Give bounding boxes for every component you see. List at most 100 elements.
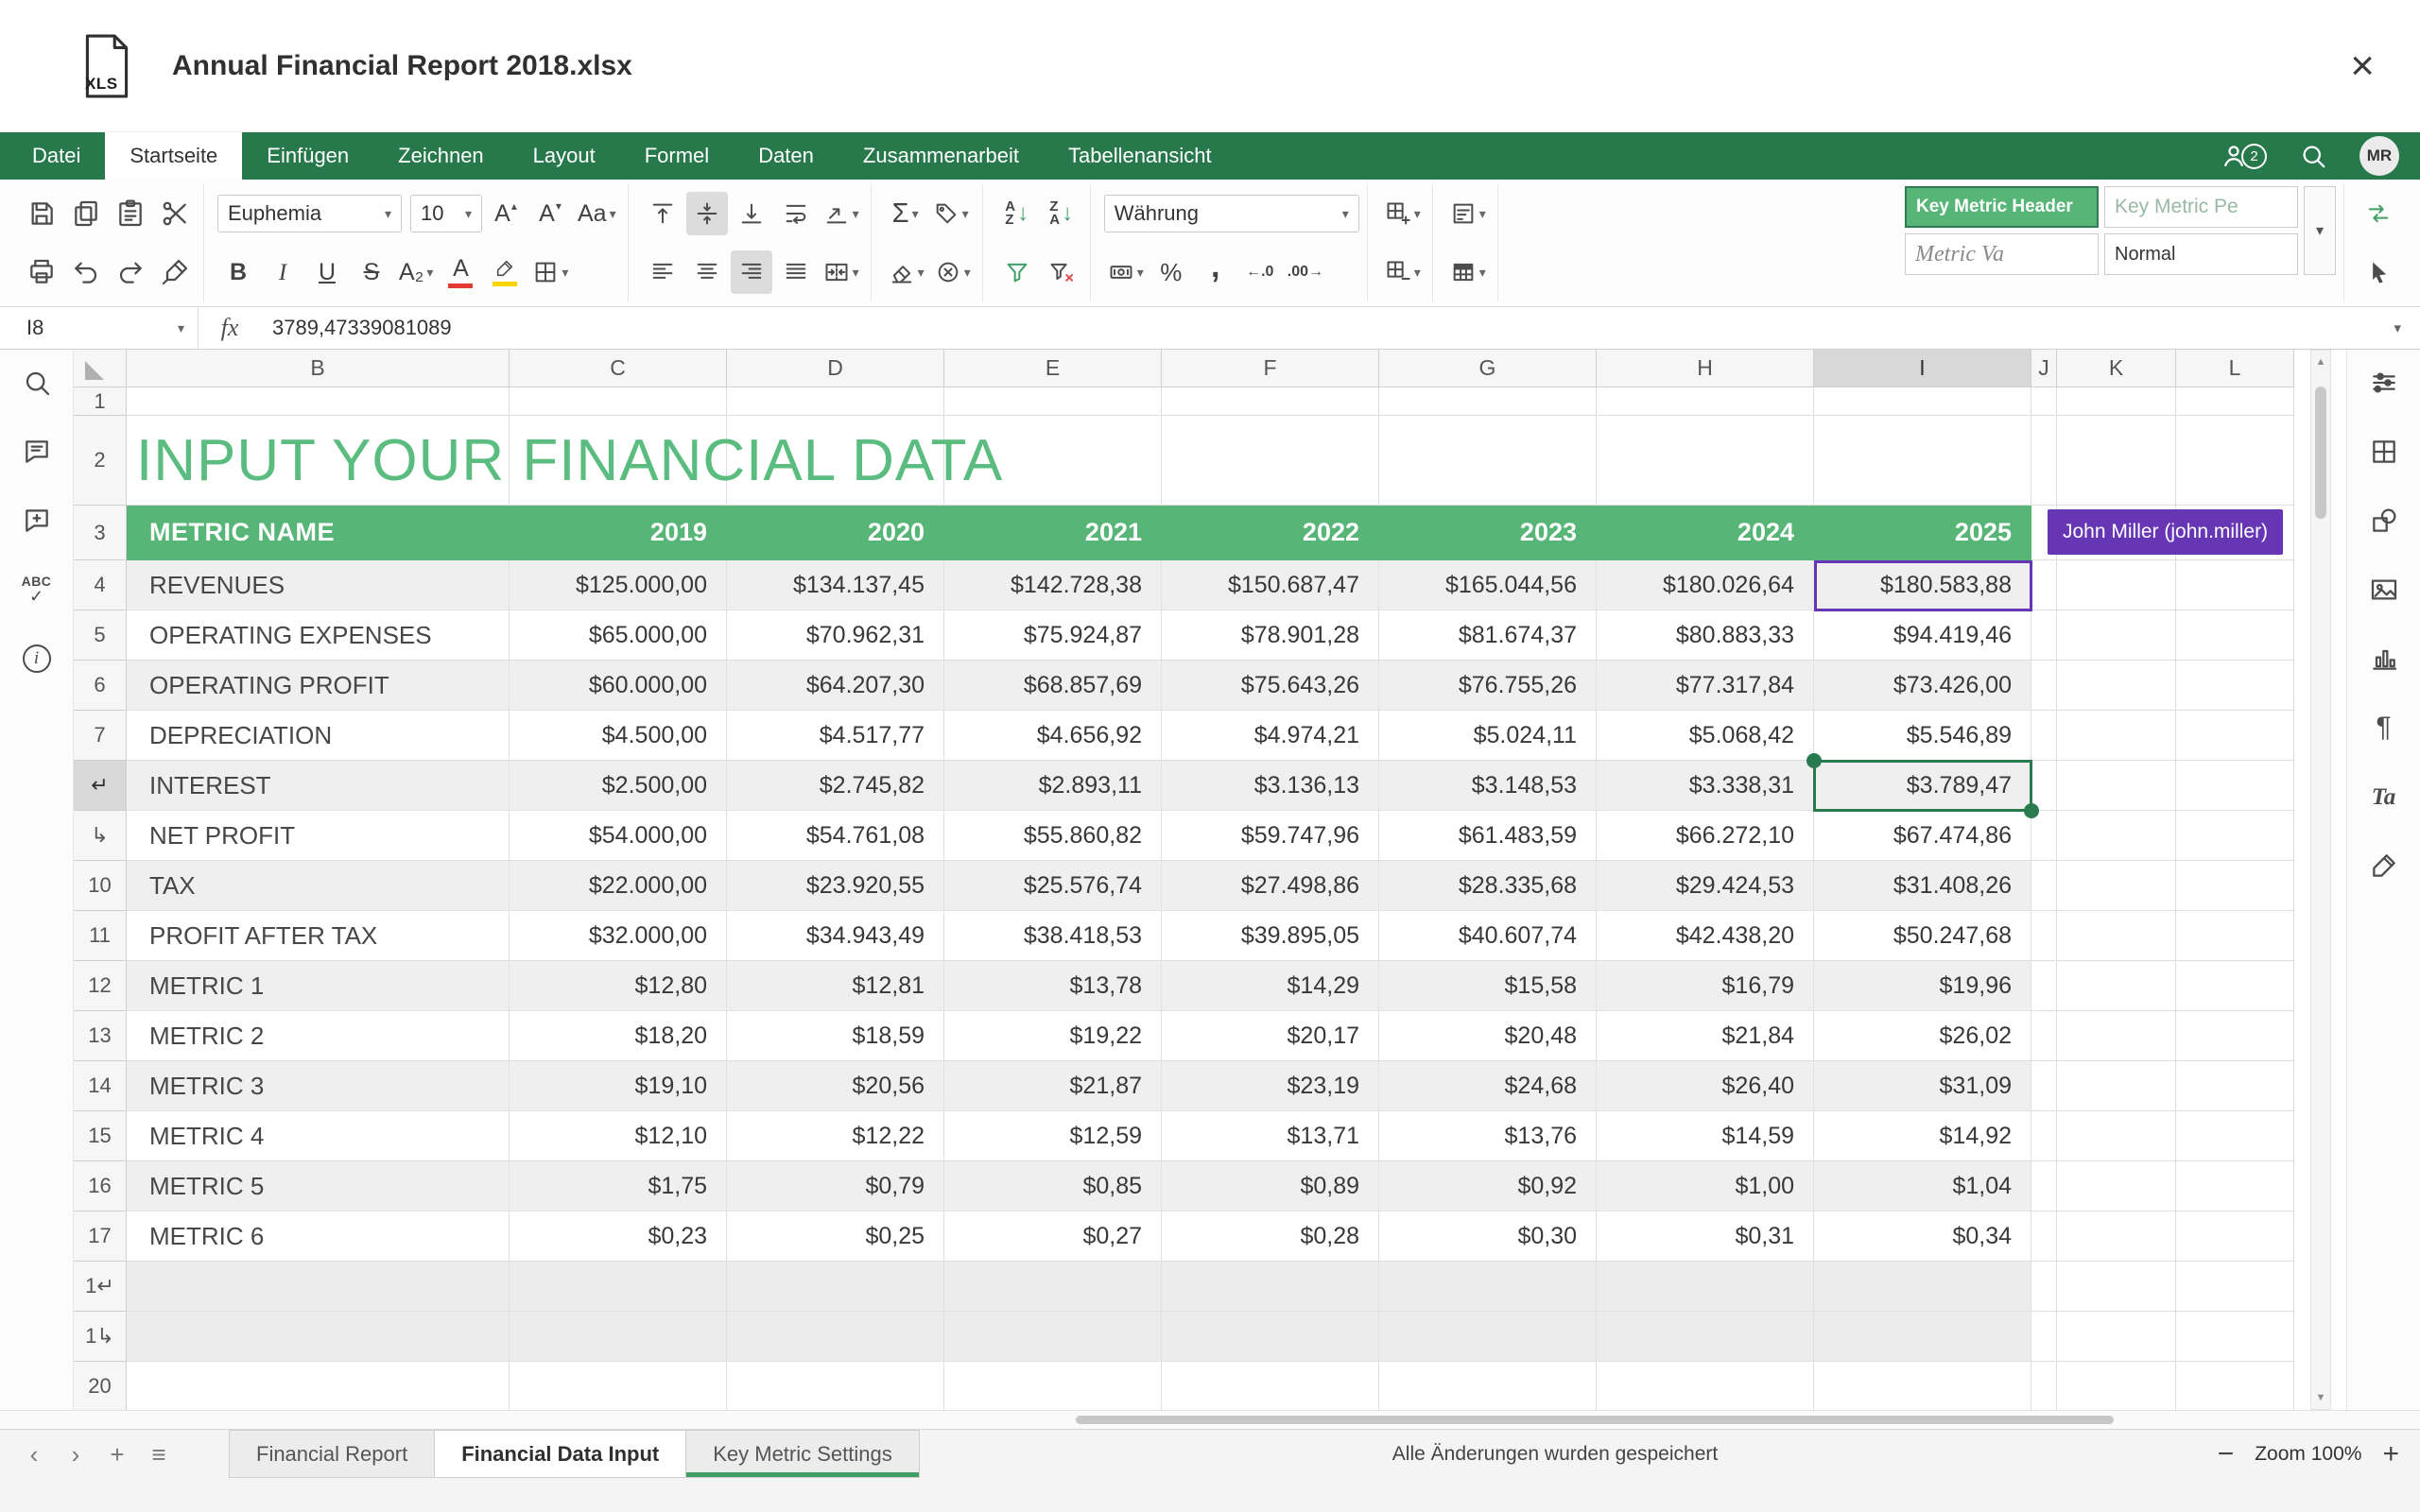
value-cell[interactable]: $70.962,31 [727,610,944,661]
cell[interactable] [2176,811,2294,861]
value-cell[interactable]: $12,59 [944,1111,1162,1161]
cell[interactable] [2057,761,2176,811]
cell[interactable] [2031,560,2057,610]
cell[interactable] [944,1312,1162,1362]
cell[interactable] [727,387,944,416]
cell[interactable] [2031,911,2057,961]
metric-name-cell[interactable]: NET PROFIT [127,811,510,861]
cell[interactable] [2031,1161,2057,1211]
value-cell[interactable]: $165.044,56 [1379,560,1597,610]
cell[interactable] [2031,387,2057,416]
scroll-down-icon[interactable]: ▼ [2316,1386,2326,1409]
value-cell[interactable]: $0,92 [1379,1161,1597,1211]
cell[interactable] [127,1262,510,1312]
value-cell[interactable]: $14,59 [1597,1111,1814,1161]
cell[interactable] [2031,1312,2057,1362]
table-header-cell[interactable]: 2021 [944,506,1162,560]
chart-settings-button[interactable] [2361,637,2407,680]
cell[interactable] [2057,661,2176,711]
cell[interactable] [1379,416,1597,506]
name-box[interactable]: I8 ▾ [0,307,199,349]
cell[interactable] [510,1362,727,1411]
cell[interactable] [2057,1111,2176,1161]
cell[interactable] [944,1262,1162,1312]
row-header-10[interactable]: 10 [74,861,127,911]
cell-style-key-metric-percent[interactable]: Key Metric Pe [2104,186,2298,228]
fill-handle[interactable] [1806,753,1822,768]
cell[interactable] [1597,1312,1814,1362]
value-cell[interactable]: $54.761,08 [727,811,944,861]
row-header-17[interactable]: 17 [74,1211,127,1262]
value-cell[interactable]: $27.498,86 [1162,861,1379,911]
value-cell[interactable]: $125.000,00 [510,560,727,610]
value-cell[interactable]: $65.000,00 [510,610,727,661]
metric-name-cell[interactable]: INTEREST [127,761,510,811]
value-cell[interactable]: $59.747,96 [1162,811,1379,861]
cell[interactable] [2057,416,2176,506]
sidebar-search-button[interactable] [14,361,60,404]
menu-tab-einfügen[interactable]: Einfügen [242,132,373,180]
cell[interactable] [727,1262,944,1312]
value-cell[interactable]: $66.272,10 [1597,811,1814,861]
menu-tab-daten[interactable]: Daten [734,132,838,180]
column-header-e[interactable]: E [944,350,1162,387]
cell[interactable] [2031,811,2057,861]
cell[interactable] [2176,911,2294,961]
row-header-18[interactable]: 1↵ [74,1262,127,1312]
table-header-cell[interactable]: 2023 [1379,506,1597,560]
cell[interactable] [2031,1211,2057,1262]
cell-style-normal[interactable]: Normal [2104,233,2298,275]
metric-name-cell[interactable]: TAX [127,861,510,911]
undo-button[interactable] [65,250,107,294]
value-cell[interactable]: $15,58 [1379,961,1597,1011]
cell[interactable] [2176,1011,2294,1061]
sidebar-about-button[interactable]: i [14,637,60,680]
cell[interactable] [2057,861,2176,911]
save-button[interactable] [21,192,62,235]
value-cell[interactable]: $16,79 [1597,961,1814,1011]
value-cell[interactable]: $0,34 [1814,1211,2031,1262]
font-color-button[interactable]: A [440,250,481,294]
scroll-up-icon[interactable]: ▲ [2316,351,2326,373]
value-cell[interactable]: $1,04 [1814,1161,2031,1211]
sheet-tab-financial-report[interactable]: Financial Report [229,1430,435,1478]
menu-tab-formel[interactable]: Formel [620,132,734,180]
autosum-button[interactable]: Σ▾ [885,192,926,235]
sidebar-spellcheck-button[interactable]: ABC✓ [14,568,60,611]
value-cell[interactable]: $40.607,74 [1379,911,1597,961]
wrap-text-button[interactable] [775,192,817,235]
sheet-list-button[interactable]: ≡ [138,1431,180,1478]
value-cell[interactable]: $0,31 [1597,1211,1814,1262]
value-cell[interactable]: $134.137,45 [727,560,944,610]
zoom-out-button[interactable]: − [2218,1440,2235,1469]
menu-tab-zeichnen[interactable]: Zeichnen [373,132,509,180]
value-cell[interactable]: $0,79 [727,1161,944,1211]
value-cell[interactable]: $18,59 [727,1011,944,1061]
users-indicator[interactable]: 2 [2220,142,2267,170]
named-ranges-button[interactable]: ▾ [929,192,973,235]
value-cell[interactable]: $31.408,26 [1814,861,2031,911]
cell[interactable] [1814,1262,2031,1312]
cell-style-metric-value[interactable]: Metric Va [1905,233,2099,275]
image-settings-button[interactable] [2361,568,2407,611]
value-cell[interactable]: $2.893,11 [944,761,1162,811]
value-cell[interactable]: $3.136,13 [1162,761,1379,811]
cell[interactable] [2057,911,2176,961]
cell[interactable] [127,387,510,416]
menu-tab-startseite[interactable]: Startseite [105,132,242,180]
cell[interactable] [2176,761,2294,811]
sort-ascending-button[interactable]: AZ↓ [996,192,1038,235]
value-cell[interactable]: $32.000,00 [510,911,727,961]
table-header-cell[interactable]: 2025 [1814,506,2031,560]
cell[interactable] [944,1362,1162,1411]
menu-tab-tabellenansicht[interactable]: Tabellenansicht [1044,132,1236,180]
merge-cells-button[interactable]: ▾ [820,250,863,294]
cell[interactable] [2031,1061,2057,1111]
value-cell[interactable]: $23,19 [1162,1061,1379,1111]
cell[interactable] [1597,416,1814,506]
value-cell[interactable]: $5.068,42 [1597,711,1814,761]
value-cell[interactable]: $0,85 [944,1161,1162,1211]
cell[interactable] [2057,560,2176,610]
metric-name-cell[interactable]: PROFIT AFTER TAX [127,911,510,961]
vertical-scrollbar[interactable]: ▲ ▼ [2310,350,2331,1410]
